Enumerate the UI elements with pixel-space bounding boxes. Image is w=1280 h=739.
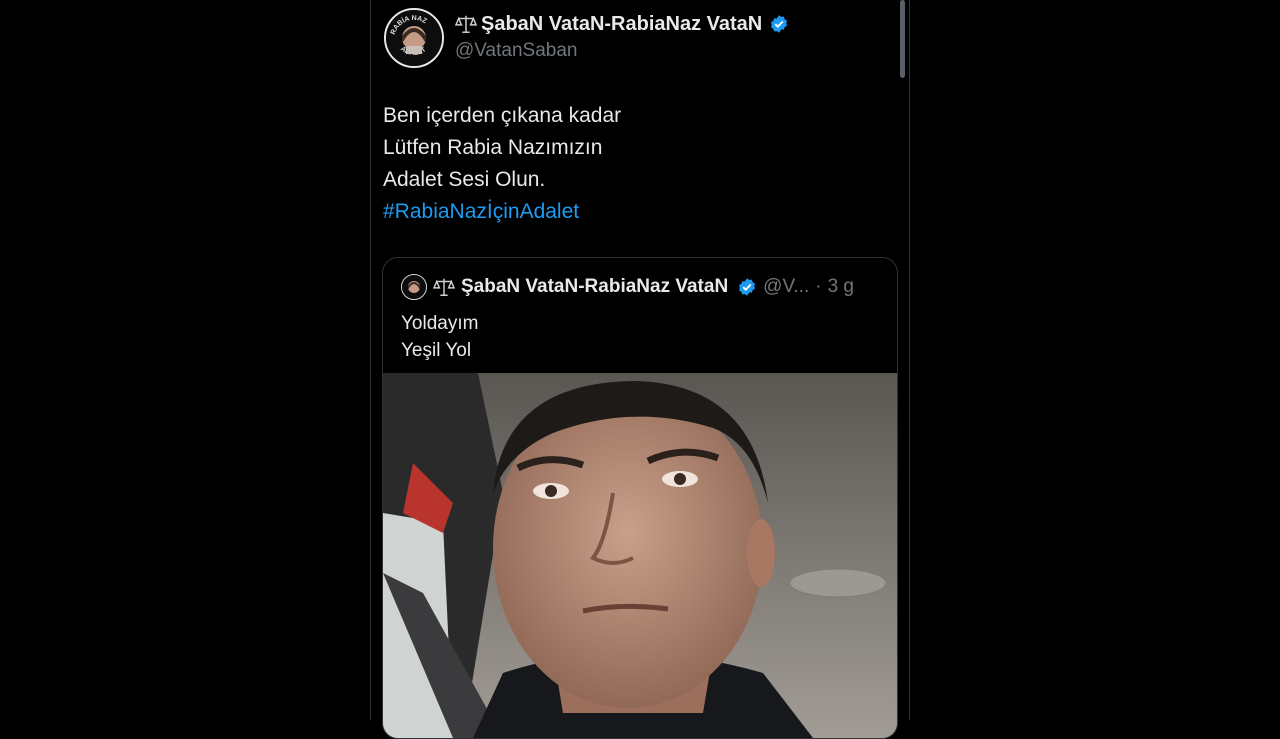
quoted-video-thumbnail[interactable] (383, 373, 897, 738)
author-handle[interactable]: @VatanSaban (455, 38, 895, 64)
author-name[interactable]: ŞabaN VataN-RabiaNaz VataN (481, 10, 762, 38)
avatar-image: RABİA NAZ ADALET (386, 10, 442, 66)
verified-badge-icon (739, 278, 756, 296)
balance-scale-icon (455, 15, 477, 33)
quoted-author-avatar[interactable] (401, 274, 427, 300)
quoted-tweet-header: ŞabaN VataN-RabiaNaz VataN @V... · 3 g (401, 274, 881, 300)
author-name-row[interactable]: ŞabaN VataN-RabiaNaz VataN (455, 10, 895, 38)
quoted-tweet-card[interactable]: ŞabaN VataN-RabiaNaz VataN @V... · 3 g Y… (382, 257, 898, 739)
avatar-image (402, 275, 426, 299)
tweet-header: ŞabaN VataN-RabiaNaz VataN @VatanSaban (455, 10, 895, 64)
tweet-text: Ben içerden çıkana kadar Lütfen Rabia Na… (383, 100, 883, 228)
quoted-timestamp[interactable]: 3 g (828, 274, 854, 300)
quoted-author-name[interactable]: ŞabaN VataN-RabiaNaz VataN (461, 274, 728, 300)
video-frame-image (383, 373, 897, 738)
separator-dot: · (815, 276, 822, 297)
quoted-text-line: Yeşil Yol (401, 340, 472, 361)
tweet-text-line: Lütfen Rabia Nazımızın (383, 136, 603, 159)
quoted-tweet-text: Yoldayım Yeşil Yol (401, 310, 478, 364)
quoted-author-handle[interactable]: @V... (763, 274, 809, 300)
verified-badge-icon (771, 15, 788, 33)
tweet-text-line: Adalet Sesi Olun. (383, 168, 546, 191)
scrollbar-thumb[interactable] (900, 0, 905, 78)
quoted-text-line: Yoldayım (401, 313, 479, 334)
author-avatar[interactable]: RABİA NAZ ADALET (384, 8, 444, 68)
balance-scale-icon (433, 278, 455, 296)
tweet-text-line: Ben içerden çıkana kadar (383, 104, 622, 127)
hashtag-link[interactable]: #RabiaNazİçinAdalet (383, 196, 883, 228)
